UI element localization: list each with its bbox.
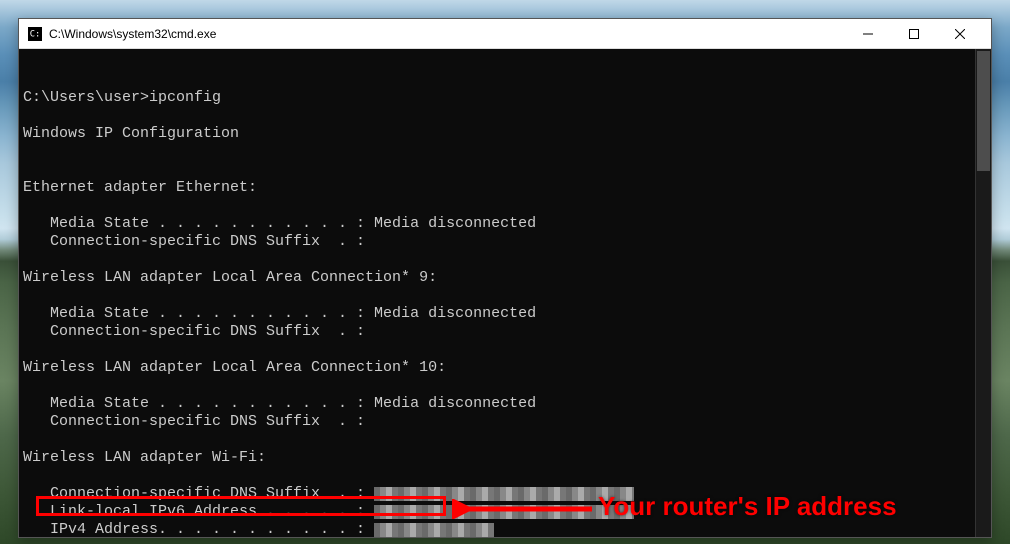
ipconfig-header: Windows IP Configuration bbox=[23, 125, 987, 143]
adapter-field: Media State . . . . . . . . . . . : Medi… bbox=[23, 305, 987, 323]
window-title: C:\Windows\system32\cmd.exe bbox=[49, 27, 845, 41]
svg-text:C:: C: bbox=[30, 29, 41, 39]
terminal-line bbox=[23, 377, 987, 395]
cmd-window: C: C:\Windows\system32\cmd.exe C:\Users\… bbox=[18, 18, 992, 538]
adapter-title: Wireless LAN adapter Local Area Connecti… bbox=[23, 269, 987, 287]
adapter-field: Link-local IPv6 Address . . . . . : bbox=[23, 503, 987, 521]
terminal-line bbox=[23, 287, 987, 305]
scrollbar-thumb[interactable] bbox=[977, 51, 990, 171]
adapter-title: Wireless LAN adapter Local Area Connecti… bbox=[23, 359, 987, 377]
terminal-output[interactable]: C:\Users\user>ipconfig Windows IP Config… bbox=[19, 49, 991, 537]
adapter-field: Connection-specific DNS Suffix . : bbox=[23, 413, 987, 431]
window-controls bbox=[845, 19, 983, 49]
adapter-field: Connection-specific DNS Suffix . : bbox=[23, 233, 987, 251]
cmd-icon: C: bbox=[27, 26, 43, 42]
redacted-value bbox=[374, 487, 634, 501]
titlebar[interactable]: C: C:\Windows\system32\cmd.exe bbox=[19, 19, 991, 49]
terminal-line bbox=[23, 341, 987, 359]
terminal-line bbox=[23, 107, 987, 125]
adapter-field: Media State . . . . . . . . . . . : Medi… bbox=[23, 215, 987, 233]
adapter-title: Wireless LAN adapter Wi-Fi: bbox=[23, 449, 987, 467]
adapter-field: Media State . . . . . . . . . . . : Medi… bbox=[23, 395, 987, 413]
adapter-field: Connection-specific DNS Suffix . : bbox=[23, 485, 987, 503]
adapter-field: IPv4 Address. . . . . . . . . . . : bbox=[23, 521, 987, 537]
terminal-line bbox=[23, 467, 987, 485]
terminal-line bbox=[23, 197, 987, 215]
close-button[interactable] bbox=[937, 19, 983, 49]
redacted-value bbox=[374, 523, 494, 537]
terminal-line bbox=[23, 431, 987, 449]
adapter-field: Connection-specific DNS Suffix . : bbox=[23, 323, 987, 341]
terminal-line bbox=[23, 161, 987, 179]
terminal-line bbox=[23, 251, 987, 269]
redacted-value bbox=[374, 505, 634, 519]
terminal-line bbox=[23, 143, 987, 161]
minimize-button[interactable] bbox=[845, 19, 891, 49]
terminal-scrollbar[interactable] bbox=[975, 49, 991, 537]
maximize-button[interactable] bbox=[891, 19, 937, 49]
adapter-title: Ethernet adapter Ethernet: bbox=[23, 179, 987, 197]
prompt-line: C:\Users\user>ipconfig bbox=[23, 89, 987, 107]
